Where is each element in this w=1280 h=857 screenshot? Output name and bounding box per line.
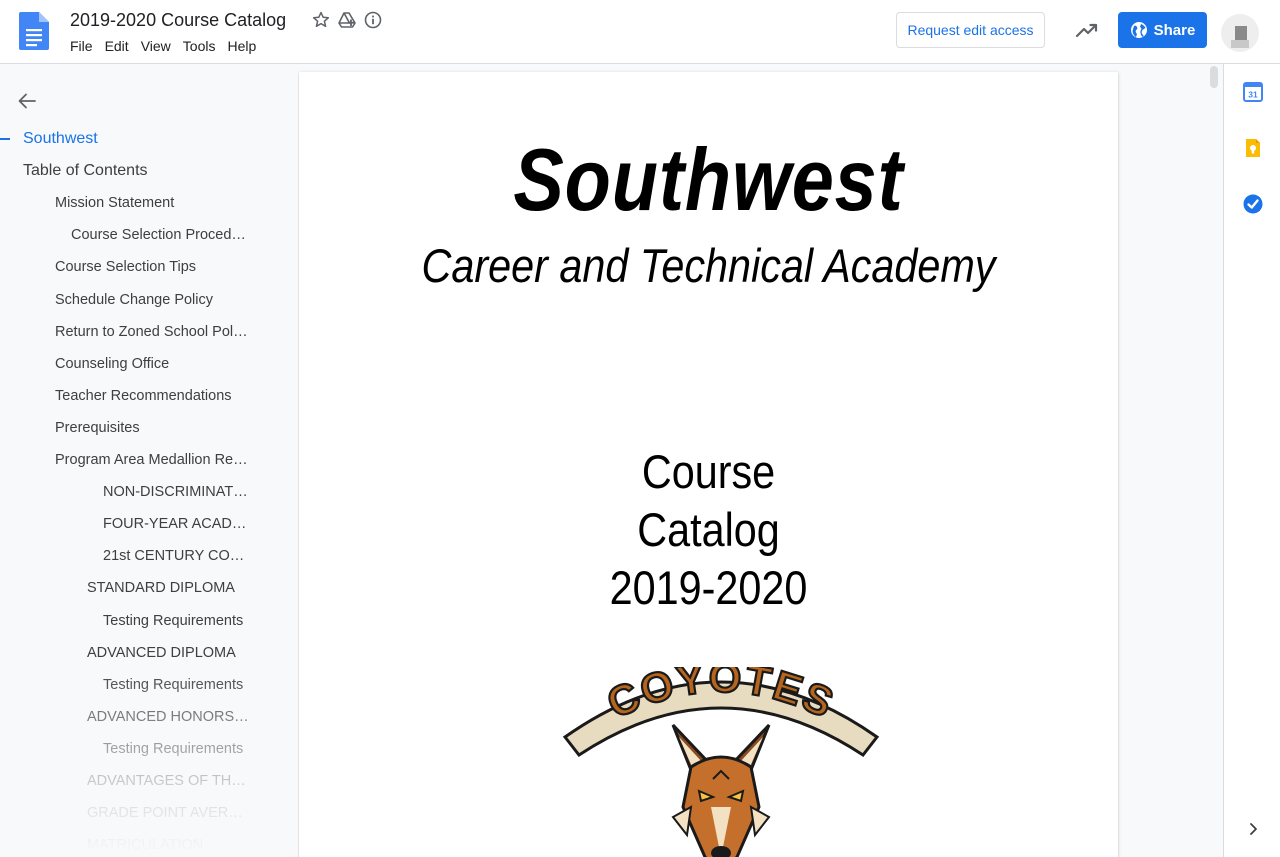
outline-item[interactable]: Counseling Office bbox=[55, 355, 250, 373]
active-heading-indicator bbox=[0, 138, 10, 140]
heading-school-name: Southwest bbox=[513, 130, 904, 229]
outline-item[interactable]: STANDARD DIPLOMA bbox=[87, 579, 250, 597]
svg-text:31: 31 bbox=[1248, 90, 1258, 100]
outline-item[interactable]: Course Selection Procedur… bbox=[71, 226, 250, 244]
outline-item[interactable]: Testing Requirements bbox=[103, 740, 250, 758]
catalog-line-1: Course bbox=[641, 445, 776, 498]
outline-item[interactable]: MATRICULATION bbox=[87, 836, 250, 854]
outline-item[interactable]: Table of Contents bbox=[23, 162, 250, 180]
google-docs-icon[interactable] bbox=[19, 12, 49, 50]
subheading-academy: Career and Technical Academy bbox=[421, 239, 996, 292]
request-edit-access-button[interactable]: Request edit access bbox=[896, 12, 1045, 48]
vertical-scrollbar[interactable] bbox=[1210, 66, 1218, 88]
side-panel: 31 bbox=[1223, 64, 1280, 857]
outline-item[interactable]: Course Selection Tips bbox=[55, 258, 250, 276]
menu-tools[interactable]: Tools bbox=[177, 37, 222, 55]
chevron-right-icon[interactable] bbox=[1244, 820, 1262, 838]
outline-item[interactable]: 21st CENTURY COUR… bbox=[103, 547, 250, 565]
logo-text: COYOTES bbox=[599, 667, 841, 728]
menu-bar: File Edit View Tools Help bbox=[64, 37, 262, 55]
outline-item[interactable]: Program Area Medallion Req… bbox=[55, 451, 250, 469]
outline-item[interactable]: NON-DISCRIMINATIO… bbox=[103, 483, 250, 501]
keep-icon[interactable] bbox=[1242, 137, 1264, 159]
document-canvas[interactable]: Southwest Career and Technical Academy C… bbox=[298, 64, 1223, 857]
coyotes-logo-image: COYOTES bbox=[562, 667, 880, 857]
menu-view[interactable]: View bbox=[135, 37, 177, 55]
avatar[interactable] bbox=[1221, 14, 1259, 52]
menu-edit[interactable]: Edit bbox=[99, 37, 135, 55]
outline-item[interactable]: FOUR-YEAR ACADEM… bbox=[103, 515, 250, 533]
document-title[interactable]: 2019-2020 Course Catalog bbox=[70, 9, 286, 31]
arrow-back-icon[interactable] bbox=[16, 90, 38, 112]
move-to-drive-icon[interactable] bbox=[337, 10, 357, 30]
outline-item[interactable]: ADVANTAGES OF THE … bbox=[87, 772, 250, 790]
catalog-line-3: 2019-2020 bbox=[609, 561, 808, 614]
catalog-line-2: Catalog bbox=[637, 503, 780, 556]
menu-file[interactable]: File bbox=[64, 37, 99, 55]
menu-help[interactable]: Help bbox=[221, 37, 262, 55]
svg-text:COYOTES: COYOTES bbox=[600, 667, 842, 727]
outline-item[interactable]: Southwest bbox=[23, 130, 250, 148]
document-outline: Southwest Table of Contents Mission Statem… bbox=[0, 64, 298, 857]
outline-item[interactable]: Schedule Change Policy bbox=[55, 291, 250, 309]
outline-item[interactable]: GRADE POINT AVERAG… bbox=[87, 804, 250, 822]
document-page[interactable]: Southwest Career and Technical Academy C… bbox=[299, 72, 1118, 857]
outline-item[interactable]: Testing Requirements bbox=[103, 612, 250, 630]
star-icon[interactable] bbox=[311, 10, 331, 30]
outline-item[interactable]: Prerequisites bbox=[55, 419, 250, 437]
outline-item[interactable]: Teacher Recommendations bbox=[55, 387, 250, 405]
info-icon[interactable] bbox=[363, 10, 383, 30]
outline-item[interactable]: Testing Requirements bbox=[103, 676, 250, 694]
outline-item[interactable]: ADVANCED HONORS DI… bbox=[87, 708, 250, 726]
title-actions bbox=[311, 10, 383, 30]
top-bar: 2019-2020 Course Catalog File Edit View … bbox=[0, 0, 1280, 64]
outline-item[interactable]: Return to Zoned School Policy bbox=[55, 323, 250, 341]
globe-icon bbox=[1130, 22, 1147, 38]
share-label: Share bbox=[1153, 21, 1196, 39]
outline-item[interactable]: Mission Statement bbox=[55, 194, 250, 212]
share-button[interactable]: Share bbox=[1118, 12, 1207, 48]
calendar-icon[interactable]: 31 bbox=[1242, 81, 1264, 103]
outline-item[interactable]: ADVANCED DIPLOMA bbox=[87, 644, 250, 662]
trending-up-icon[interactable] bbox=[1074, 17, 1100, 43]
tasks-icon[interactable] bbox=[1242, 193, 1264, 215]
